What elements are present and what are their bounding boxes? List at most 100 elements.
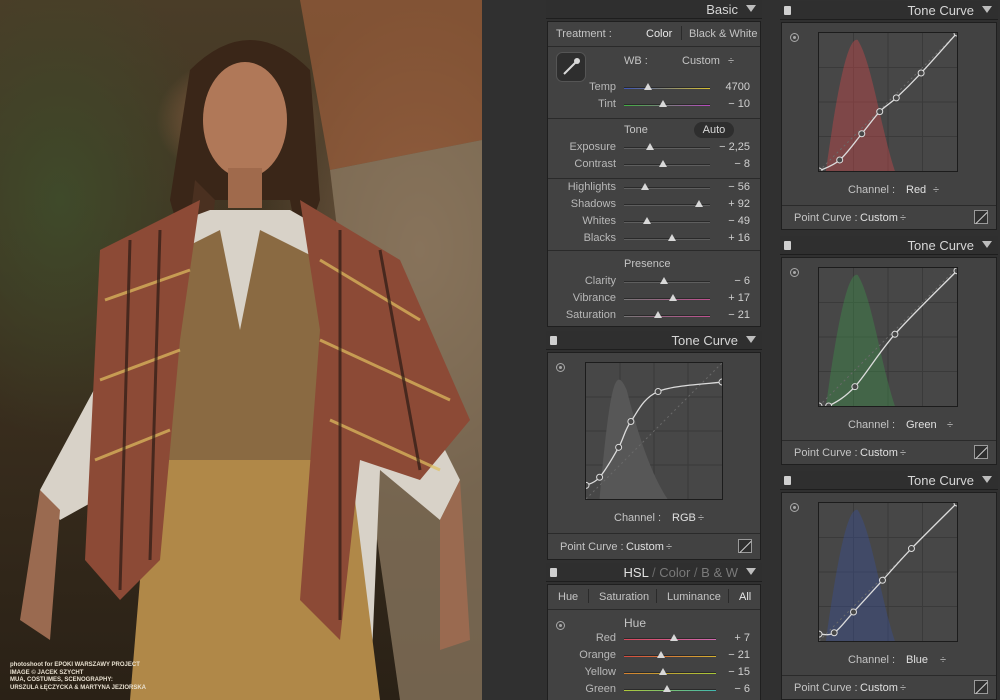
curve-point[interactable] (891, 330, 899, 338)
clarity-value[interactable]: − 6 (710, 275, 750, 287)
hue-orange-value[interactable]: − 21 (710, 649, 750, 661)
curve-point[interactable] (876, 108, 884, 116)
tone-curve-graph[interactable] (818, 32, 958, 172)
whites-slider[interactable] (624, 221, 710, 223)
curve-svg[interactable] (586, 363, 722, 499)
exposure-value[interactable]: − 2,25 (710, 141, 750, 153)
curve-point[interactable] (850, 608, 857, 616)
channel-select[interactable]: Blue (906, 654, 928, 666)
point-curve-arrows-icon[interactable]: ÷ (666, 541, 672, 553)
hue-orange-slider[interactable] (624, 655, 716, 657)
edit-point-curve-icon[interactable] (738, 539, 752, 553)
panel-switch-icon[interactable] (784, 6, 791, 15)
point-curve-select[interactable]: Custom (860, 212, 898, 224)
collapse-triangle-icon[interactable] (746, 336, 756, 343)
tone-curve-graph[interactable] (585, 362, 723, 500)
point-curve-select[interactable]: Custom (860, 682, 898, 694)
curve-svg[interactable] (819, 33, 957, 171)
hue-orange-slider-thumb[interactable] (656, 651, 665, 658)
clarity-slider-thumb[interactable] (659, 277, 668, 284)
collapse-triangle-icon[interactable] (982, 476, 992, 483)
curve-point[interactable] (586, 481, 590, 489)
blacks-value[interactable]: + 16 (710, 232, 750, 244)
curve-point[interactable] (830, 629, 838, 637)
highlights-value[interactable]: − 56 (710, 181, 750, 193)
hsl-tab-all[interactable]: All (739, 591, 751, 603)
panel-switch-icon[interactable] (550, 568, 557, 577)
tint-slider-thumb[interactable] (658, 100, 667, 107)
hue-green-value[interactable]: − 6 (710, 683, 750, 695)
curve-point[interactable] (858, 130, 866, 138)
whites-value[interactable]: − 49 (710, 215, 750, 227)
blacks-slider[interactable] (624, 238, 710, 240)
vibrance-slider-thumb[interactable] (669, 294, 678, 301)
panel-switch-icon[interactable] (550, 336, 557, 345)
highlights-slider-thumb[interactable] (640, 183, 649, 190)
curve-point[interactable] (819, 167, 823, 171)
curve-point[interactable] (819, 630, 823, 638)
channel-select-arrows-icon[interactable]: ÷ (698, 512, 704, 524)
curve-point[interactable] (878, 576, 886, 584)
channel-select[interactable]: RGB (672, 512, 696, 524)
curve-svg[interactable] (819, 503, 957, 641)
curve-point[interactable] (851, 383, 859, 391)
curve-point[interactable] (718, 378, 722, 386)
curve-point[interactable] (596, 473, 604, 481)
basic-panel-header[interactable]: Basic (546, 0, 762, 19)
hsl-tab-hue[interactable]: Hue (558, 591, 578, 603)
hue-yellow-slider[interactable] (624, 672, 716, 674)
hsl-tab-luminance[interactable]: Luminance (667, 591, 721, 603)
vibrance-value[interactable]: + 17 (710, 292, 750, 304)
temp-value[interactable]: 4700 (710, 81, 750, 93)
hsl-tab-saturation[interactable]: Saturation (599, 591, 649, 603)
tone-curve-graph[interactable] (818, 267, 958, 407)
collapse-triangle-icon[interactable] (982, 241, 992, 248)
curve-point[interactable] (615, 443, 623, 451)
point-curve-select[interactable]: Custom (860, 447, 898, 459)
tone-curve-header-blue[interactable]: Tone Curve (780, 471, 998, 490)
curve-point[interactable] (825, 402, 833, 406)
channel-select[interactable]: Red (906, 184, 926, 196)
hsl-tab[interactable]: HSL (624, 565, 649, 580)
hue-red-slider-thumb[interactable] (669, 634, 678, 641)
curve-point[interactable] (627, 417, 635, 425)
tint-value[interactable]: − 10 (710, 98, 750, 110)
highlights-slider[interactable] (624, 187, 710, 189)
targeted-adjustment-icon[interactable] (556, 363, 565, 372)
curve-point[interactable] (819, 402, 823, 406)
hsl-panel-header[interactable]: HSL / Color / B & W (546, 563, 762, 582)
edit-point-curve-icon[interactable] (974, 680, 988, 694)
contrast-slider-thumb[interactable] (658, 160, 667, 167)
blacks-slider-thumb[interactable] (668, 234, 677, 241)
wb-select[interactable]: Custom (682, 55, 720, 67)
color-tab[interactable]: Color (659, 565, 690, 580)
edit-point-curve-icon[interactable] (974, 210, 988, 224)
saturation-slider-thumb[interactable] (654, 311, 663, 318)
curve-point[interactable] (907, 545, 915, 553)
panel-switch-icon[interactable] (784, 476, 791, 485)
curve-point[interactable] (654, 388, 662, 396)
point-curve-arrows-icon[interactable]: ÷ (900, 212, 906, 224)
collapse-triangle-icon[interactable] (982, 6, 992, 13)
treatment-color-button[interactable]: Color (646, 28, 672, 40)
tone-curve-header-red[interactable]: Tone Curve (780, 1, 998, 20)
channel-select-arrows-icon[interactable]: ÷ (947, 419, 953, 431)
targeted-adjustment-icon[interactable] (556, 621, 565, 630)
curve-point[interactable] (953, 268, 957, 275)
targeted-adjustment-icon[interactable] (790, 33, 799, 42)
contrast-value[interactable]: − 8 (710, 158, 750, 170)
channel-select-arrows-icon[interactable]: ÷ (940, 654, 946, 666)
exposure-slider[interactable] (624, 147, 710, 149)
hue-red-value[interactable]: + 7 (710, 632, 750, 644)
bw-tab[interactable]: B & W (701, 565, 738, 580)
curve-svg[interactable] (819, 268, 957, 406)
tone-curve-header-green[interactable]: Tone Curve (780, 236, 998, 255)
shadows-slider-thumb[interactable] (694, 200, 703, 207)
point-curve-arrows-icon[interactable]: ÷ (900, 447, 906, 459)
contrast-slider[interactable] (624, 164, 710, 166)
curve-point[interactable] (892, 94, 900, 102)
hue-yellow-slider-thumb[interactable] (658, 668, 667, 675)
targeted-adjustment-icon[interactable] (790, 268, 799, 277)
tint-slider[interactable] (624, 104, 710, 106)
exposure-slider-thumb[interactable] (645, 143, 654, 150)
